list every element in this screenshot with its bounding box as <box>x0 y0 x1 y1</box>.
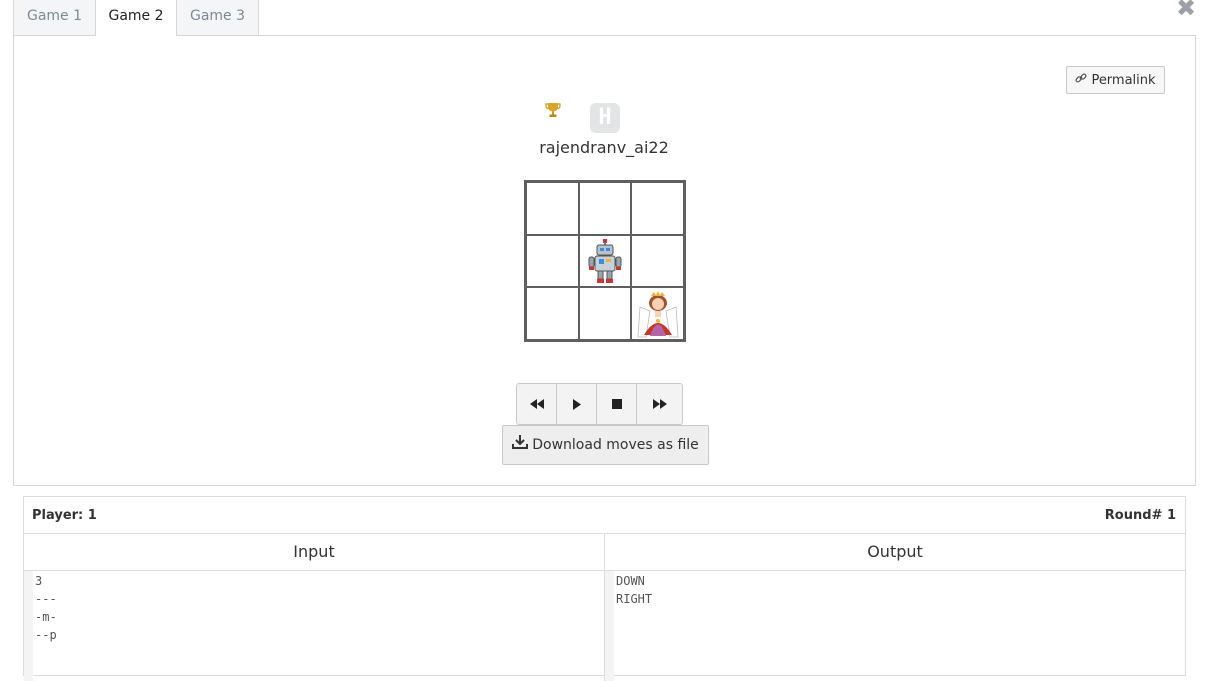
tab-game-1[interactable]: Game 1 <box>13 0 96 35</box>
board-cell <box>632 235 683 287</box>
rewind-icon <box>529 399 544 409</box>
board-cell <box>579 288 631 339</box>
fast-forward-button[interactable] <box>637 384 682 424</box>
input-gutter <box>24 571 33 681</box>
fast-forward-icon <box>652 399 667 409</box>
input-text: 3 --- -m- --p <box>35 574 57 642</box>
play-icon <box>572 398 581 410</box>
download-moves-button[interactable]: Download moves as file <box>502 425 709 465</box>
playback-controls <box>516 383 683 425</box>
permalink-label: Permalink <box>1091 73 1156 88</box>
player-label: Player: 1 <box>32 508 97 523</box>
tab-game-3[interactable]: Game 3 <box>176 0 259 35</box>
stop-icon <box>611 399 622 409</box>
download-icon <box>512 426 529 464</box>
stop-button[interactable] <box>597 384 637 424</box>
io-body: 3 --- -m- --p DOWN RIGHT <box>24 571 1185 681</box>
robot-bot-icon <box>588 238 622 283</box>
board-cell <box>527 288 578 339</box>
input-pane[interactable]: 3 --- -m- --p <box>24 571 605 681</box>
output-text: DOWN RIGHT <box>616 574 653 606</box>
io-header: Player: 1 Round# 1 <box>24 497 1185 534</box>
game-panel: Permalink H rajendranv_ai22 Download mov… <box>13 35 1196 486</box>
board-cell <box>579 183 631 234</box>
round-label: Round# 1 <box>1104 508 1176 523</box>
player-name: rajendranv_ai22 <box>539 138 669 157</box>
output-gutter <box>605 571 614 681</box>
play-button[interactable] <box>557 384 597 424</box>
output-header: Output <box>867 542 923 561</box>
io-panel: Player: 1 Round# 1 Input Output 3 --- -m… <box>23 496 1186 681</box>
input-header: Input <box>24 534 605 570</box>
hackerrank-logo-icon: H <box>590 103 620 133</box>
board-cell <box>632 288 683 339</box>
permalink-button[interactable]: Permalink <box>1066 66 1165 94</box>
download-label: Download moves as file <box>532 437 699 453</box>
close-icon[interactable]: ✖ <box>1176 0 1196 20</box>
output-pane[interactable]: DOWN RIGHT <box>605 571 1185 681</box>
board-cell <box>527 235 578 287</box>
board-cell <box>527 183 578 234</box>
rewind-button[interactable] <box>517 384 557 424</box>
game-board <box>524 180 686 342</box>
trophy-icon <box>545 102 561 121</box>
tab-game-2[interactable]: Game 2 <box>95 0 177 36</box>
io-column-headers: Input Output <box>24 534 1185 571</box>
board-cell <box>579 235 631 287</box>
link-icon <box>1075 67 1087 93</box>
princess-icon <box>637 290 679 338</box>
board-cell <box>632 183 683 234</box>
